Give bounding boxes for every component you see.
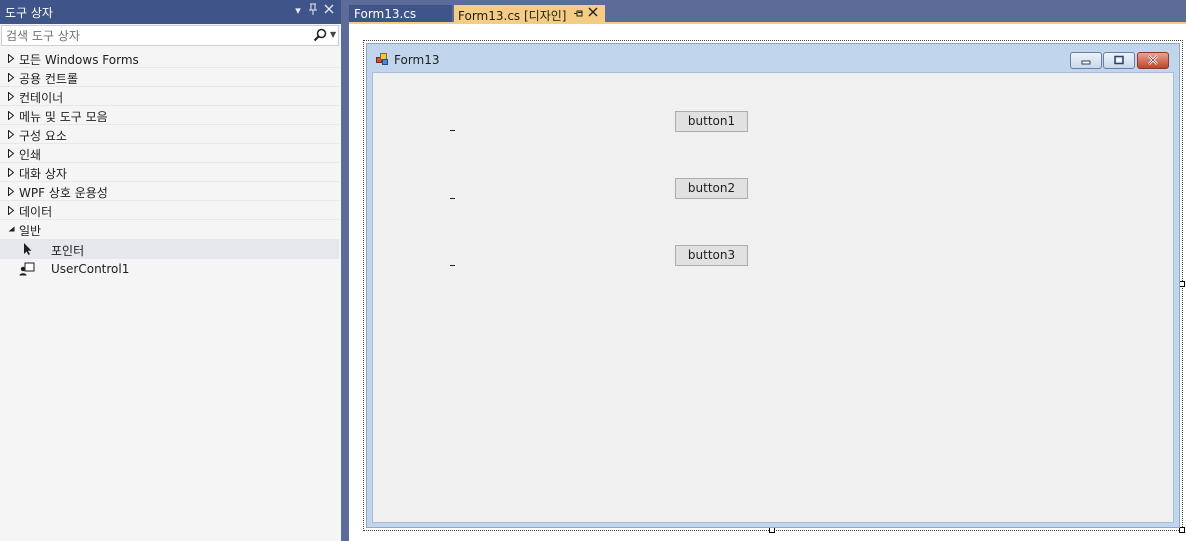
expand-triangle-icon[interactable] (8, 187, 14, 196)
maximize-button[interactable] (1103, 52, 1135, 69)
expand-triangle-icon[interactable] (8, 92, 14, 101)
category-label: 메뉴 및 도구 모음 (19, 110, 108, 124)
expand-triangle-icon[interactable] (8, 54, 14, 63)
toolbox-tree: 모든 Windows Forms 공용 컨트롤 컨테이너 메뉴 및 도구 모음 … (0, 49, 341, 279)
button1[interactable]: button1 (675, 111, 748, 132)
category-label: 데이터 (19, 205, 53, 219)
search-icon[interactable] (313, 28, 327, 42)
expand-triangle-icon[interactable] (8, 111, 14, 120)
category-dialogs[interactable]: 대화 상자 (0, 163, 339, 182)
pin-icon[interactable] (306, 3, 320, 19)
close-button[interactable] (1137, 52, 1169, 69)
expand-triangle-icon[interactable] (8, 73, 14, 82)
category-label: 모든 Windows Forms (19, 53, 139, 67)
category-label: 구성 요소 (19, 129, 67, 143)
category-label: WPF 상호 운용성 (19, 186, 108, 200)
button3[interactable]: button3 (675, 245, 748, 266)
tab-close-icon[interactable] (588, 6, 598, 21)
category-containers[interactable]: 컨테이너 (0, 87, 339, 106)
search-options-chevron-icon[interactable]: ▼ (330, 28, 336, 42)
maximize-icon (1114, 55, 1124, 65)
expand-triangle-icon[interactable] (8, 206, 14, 215)
toolbox-search-box: ▼ (1, 25, 339, 46)
tool-item-label: UserControl1 (51, 262, 130, 276)
tool-item-usercontrol1[interactable]: UserControl1 (0, 259, 339, 279)
tool-item-pointer[interactable]: 포인터 (0, 239, 339, 259)
close-icon (1148, 55, 1158, 65)
button2[interactable]: button2 (675, 178, 748, 199)
user-control-icon (19, 262, 35, 276)
tab-label: Form13.cs (354, 7, 417, 21)
form-titlebar: Form13 (367, 44, 1179, 72)
panel-splitter[interactable] (341, 0, 349, 541)
pointer-arrow-icon (24, 243, 32, 255)
category-label: 컨테이너 (19, 91, 64, 105)
expand-triangle-icon[interactable] (8, 168, 14, 177)
toolbox-header: 도구 상자 ▾ (0, 0, 341, 24)
minimize-icon (1081, 60, 1091, 65)
designer-surface[interactable]: Form13 button1 button2 button3 (349, 24, 1186, 541)
category-all-windows-forms[interactable]: 모든 Windows Forms (0, 49, 339, 68)
category-data[interactable]: 데이터 (0, 201, 339, 220)
category-common-controls[interactable]: 공용 컨트롤 (0, 68, 339, 87)
category-printing[interactable]: 인쇄 (0, 144, 339, 163)
category-label: 대화 상자 (19, 167, 67, 181)
label-control[interactable] (450, 198, 455, 199)
search-input[interactable] (2, 26, 302, 45)
category-label: 인쇄 (19, 148, 42, 162)
tab-pin-icon[interactable] (573, 8, 584, 22)
close-icon[interactable] (322, 3, 336, 19)
form-app-icon (376, 53, 388, 65)
category-general[interactable]: 일반 (0, 220, 339, 239)
category-menus-toolbars[interactable]: 메뉴 및 도구 모음 (0, 106, 339, 125)
label-control[interactable] (450, 265, 455, 266)
form-window[interactable]: Form13 button1 button2 button3 (366, 43, 1180, 528)
label-control[interactable] (450, 130, 455, 131)
toolbox-panel: 도구 상자 ▾ ▼ 모든 Windows Forms 공용 컨트롤 컨테이너 (0, 0, 341, 541)
expand-triangle-icon[interactable] (8, 130, 14, 139)
category-label: 일반 (19, 224, 42, 238)
category-wpf-interop[interactable]: WPF 상호 운용성 (0, 182, 339, 201)
collapse-triangle-icon[interactable] (8, 226, 15, 232)
category-components[interactable]: 구성 요소 (0, 125, 339, 144)
minimize-button[interactable] (1070, 52, 1102, 69)
document-tab-strip: Form13.cs Form13.cs [디자인] (349, 0, 1186, 24)
form-client-area[interactable]: button1 button2 button3 (372, 72, 1174, 523)
window-position-dropdown-icon[interactable]: ▾ (291, 3, 305, 19)
tool-item-label: 포인터 (51, 244, 85, 258)
expand-triangle-icon[interactable] (8, 149, 14, 158)
category-label: 공용 컨트롤 (19, 72, 79, 86)
form-title: Form13 (394, 53, 440, 67)
toolbox-title: 도구 상자 (5, 6, 53, 20)
